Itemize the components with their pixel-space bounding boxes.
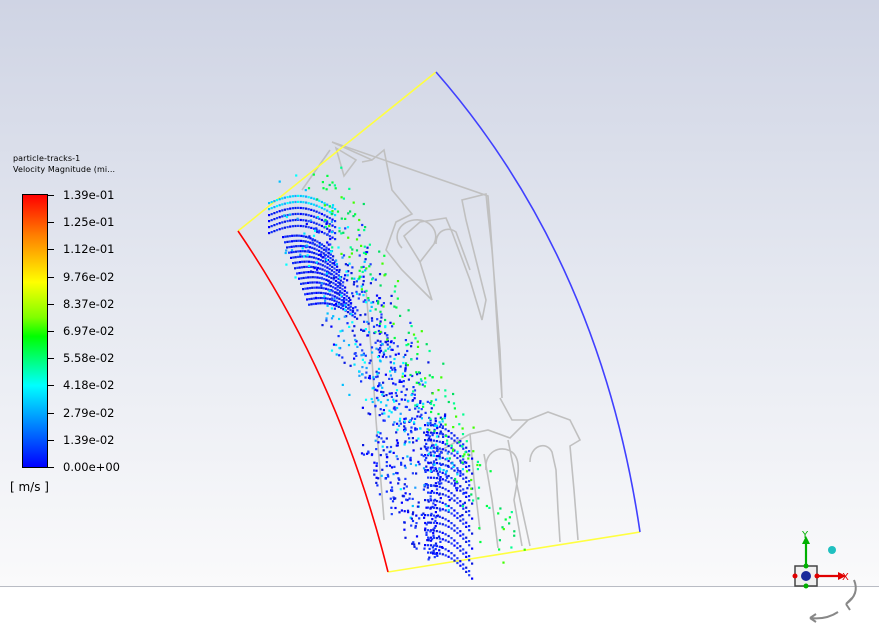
colorbar-tick [48, 358, 54, 360]
colorbar-tick [48, 222, 54, 224]
isometric-view-icon[interactable] [828, 546, 836, 554]
colorbar-tick [48, 439, 54, 441]
colorbar-tick-label: 0.00e+00 [63, 460, 120, 474]
colorbar-tick [48, 195, 54, 196]
colorbar-tick-label: 8.37e-02 [63, 296, 115, 311]
colorbar-tick [48, 276, 54, 278]
axes-triad[interactable]: Y X [782, 528, 862, 628]
colorbar-tick-label: 1.25e-01 [63, 215, 115, 230]
axis-x-label: X [842, 572, 849, 583]
colorbar-tick-label: 4.18e-02 [63, 378, 115, 393]
colorbar-tick [48, 303, 54, 305]
colorbar-tick-label: 1.39e-02 [63, 432, 115, 447]
mesh-outline [301, 141, 582, 549]
colorbar-tick [48, 249, 54, 251]
colormap-legend[interactable]: particle-tracks-1 Velocity Magnitude (mi… [0, 0, 200, 500]
colorbar-tick [48, 385, 54, 387]
legend-variable: Velocity Magnitude (mi... [13, 165, 116, 174]
particle-tracks [268, 166, 526, 580]
rotate-icon[interactable] [845, 579, 857, 611]
colorbar-tick-label: 6.97e-02 [63, 324, 115, 338]
colorbar-tick-label: 9.76e-02 [63, 269, 115, 284]
colorbar-tick [48, 412, 54, 414]
legend-title: particle-tracks-1 [13, 154, 81, 163]
periodic-boundary-bottom [387, 531, 641, 573]
rotate-ccw-icon[interactable] [809, 611, 839, 623]
colorbar-tick-label: 2.79e-02 [63, 405, 115, 420]
axis-y-label: Y [801, 530, 809, 541]
colorbar-tick [48, 331, 54, 332]
viewport-status-divider [0, 586, 879, 587]
colorbar-tick-label: 1.39e-01 [63, 188, 115, 202]
colorbar-tick-label: 5.58e-02 [63, 351, 115, 366]
colorbar [22, 194, 48, 468]
legend-units: [ m/s ] [10, 480, 49, 494]
colorbar-tick-label: 1.12e-01 [63, 242, 115, 257]
colorbar-tick [48, 467, 54, 468]
